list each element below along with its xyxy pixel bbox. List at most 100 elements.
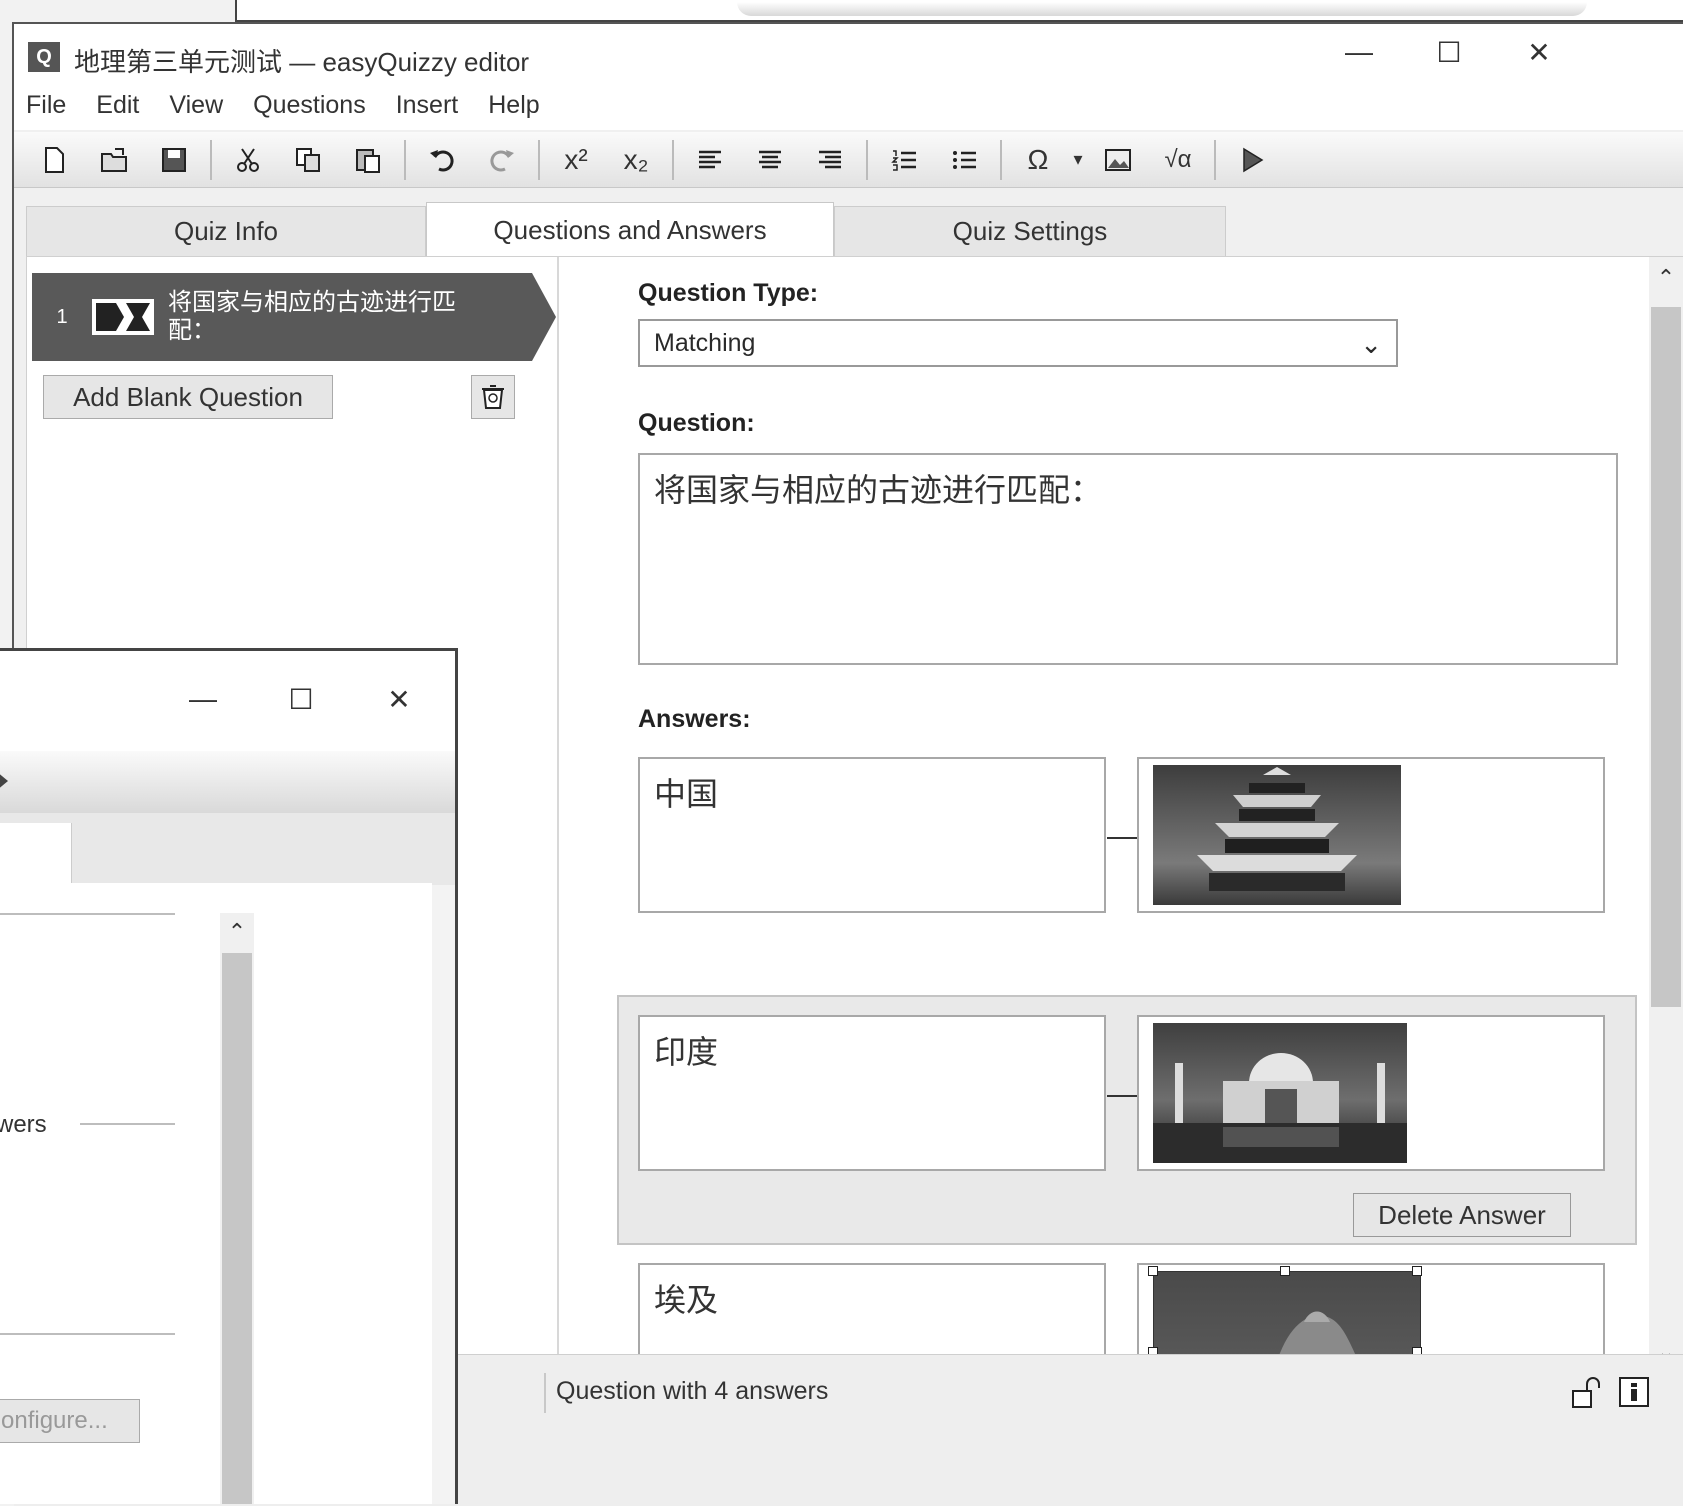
info-icon[interactable]: [1616, 1375, 1652, 1409]
question-number: 1: [56, 305, 68, 328]
question-label: Question:: [638, 409, 755, 437]
question-list-title: 将国家与相应的古迹进行匹配：: [168, 289, 456, 344]
menu-edit[interactable]: Edit: [96, 91, 139, 120]
answer-left-text[interactable]: 中国: [638, 757, 1106, 913]
question-type-label: Question Type:: [638, 279, 819, 307]
close-button[interactable]: ✕: [1504, 32, 1574, 72]
overlapping-window-tab-area: [0, 813, 455, 885]
toolbar-separator: [1000, 139, 1002, 180]
menu-questions[interactable]: Questions: [253, 91, 366, 120]
maximize-button[interactable]: ☐: [266, 679, 336, 719]
toolbar-separator: [1214, 139, 1216, 180]
save-icon[interactable]: [152, 138, 196, 182]
overlapping-window-title-bar: — ☐ ✕: [0, 651, 455, 751]
question-type-value: Matching: [654, 328, 756, 357]
window-title: 地理第三单元测试 — easyQuizzy editor: [74, 47, 530, 77]
answer-right-image[interactable]: [1137, 757, 1605, 913]
maximize-button[interactable]: ☐: [1414, 32, 1484, 72]
superscript-icon[interactable]: x²: [554, 138, 598, 182]
app-logo-icon: Q: [28, 42, 60, 72]
new-file-icon[interactable]: [32, 138, 76, 182]
menu-insert[interactable]: Insert: [396, 91, 459, 120]
trash-icon[interactable]: [471, 375, 515, 419]
chevron-up-icon[interactable]: ⌃: [1649, 263, 1683, 293]
copy-icon[interactable]: [286, 138, 330, 182]
divider-line: [0, 913, 175, 915]
tab-bar: Quiz Info Questions and Answers Quiz Set…: [26, 202, 1346, 258]
question-type-select[interactable]: Matching ⌄: [638, 319, 1398, 367]
subscript-icon[interactable]: x₂: [614, 138, 658, 182]
tab-questions-and-answers[interactable]: Questions and Answers: [426, 202, 834, 258]
delete-answer-button[interactable]: Delete Answer: [1353, 1193, 1571, 1237]
answer-row: 中国: [617, 757, 1637, 917]
open-folder-icon[interactable]: [92, 138, 136, 182]
background-window-shadow: [737, 2, 1587, 16]
status-separator: [544, 1373, 546, 1413]
title-bar: Q 地理第三单元测试 — easyQuizzy editor — ☐ ✕: [14, 24, 1683, 80]
paste-icon[interactable]: [346, 138, 390, 182]
cut-icon[interactable]: [226, 138, 270, 182]
match-connector: [1107, 837, 1137, 839]
play-icon[interactable]: [1230, 138, 1274, 182]
redo-icon[interactable]: [480, 138, 524, 182]
add-blank-question-button[interactable]: Add Blank Question: [43, 375, 333, 419]
menu-bar: File Edit View Questions Insert Help: [14, 80, 1683, 130]
align-right-icon[interactable]: [808, 138, 852, 182]
toolbar-separator: [210, 139, 212, 180]
close-button[interactable]: ✕: [364, 679, 434, 719]
scrollbar-thumb[interactable]: [222, 953, 252, 1504]
toolbar: x² x₂ Ω ▾ √α: [14, 132, 1683, 188]
status-text: Question with 4 answers: [556, 1377, 829, 1405]
editor-scrollbar[interactable]: ⌃ ⌄: [1649, 257, 1683, 1377]
resize-handle[interactable]: [1412, 1266, 1422, 1276]
background-window-edge: [235, 0, 1683, 22]
unlock-icon[interactable]: [1568, 1375, 1604, 1409]
menu-view[interactable]: View: [169, 91, 223, 120]
toolbar-separator: [538, 139, 540, 180]
answer-right-image[interactable]: [1137, 1015, 1605, 1171]
partial-label-text: wers: [0, 1111, 47, 1138]
toolbar-separator: [672, 139, 674, 180]
answers-label: Answers:: [638, 705, 751, 733]
overlapping-window-toolbar: [0, 751, 455, 813]
temple-of-heaven-image: [1153, 765, 1401, 905]
question-list-item[interactable]: 1 将国家与相应的古迹进行匹配：: [32, 273, 556, 361]
question-text-editor[interactable]: 将国家与相应的古迹进行匹配：: [638, 453, 1618, 665]
divider-line: [0, 1333, 175, 1335]
menu-file[interactable]: File: [26, 91, 66, 120]
minimize-button[interactable]: —: [168, 679, 238, 719]
resize-handle[interactable]: [1280, 1266, 1290, 1276]
match-connector: [1107, 1095, 1137, 1097]
formula-icon[interactable]: √α: [1156, 138, 1200, 182]
tab-quiz-settings[interactable]: Quiz Settings: [834, 206, 1226, 256]
align-center-icon[interactable]: [748, 138, 792, 182]
toolbar-separator: [404, 139, 406, 180]
omega-symbol-icon[interactable]: Ω: [1016, 138, 1060, 182]
taj-mahal-image: [1153, 1023, 1407, 1163]
overlapping-window: — ☐ ✕ wers ⌃ onfigure...: [0, 648, 458, 1504]
numbered-list-icon[interactable]: [882, 138, 926, 182]
play-icon[interactable]: [0, 771, 10, 791]
scrollbar-thumb[interactable]: [1651, 307, 1681, 1007]
matching-icon: [92, 299, 154, 335]
selection-arrow: [532, 273, 556, 361]
menu-help[interactable]: Help: [488, 91, 539, 120]
chevron-down-icon[interactable]: ▾: [1068, 138, 1088, 182]
undo-icon[interactable]: [420, 138, 464, 182]
toolbar-separator: [866, 139, 868, 180]
chevron-down-icon: ⌄: [1360, 329, 1382, 359]
chevron-up-icon[interactable]: ⌃: [220, 917, 254, 947]
bullet-list-icon[interactable]: [942, 138, 986, 182]
panel-divider: [557, 257, 559, 1377]
answer-row-selected: 印度 Delete Answer: [617, 995, 1637, 1245]
minimize-button[interactable]: —: [1324, 32, 1394, 72]
tab-quiz-info[interactable]: Quiz Info: [26, 206, 426, 256]
insert-image-icon[interactable]: [1096, 138, 1140, 182]
align-left-icon[interactable]: [688, 138, 732, 182]
resize-handle[interactable]: [1148, 1266, 1158, 1276]
configure-button[interactable]: onfigure...: [0, 1399, 140, 1443]
divider-line: [80, 1123, 175, 1125]
overlapping-window-tab[interactable]: [0, 823, 72, 885]
overlapping-window-scrollbar[interactable]: ⌃: [220, 913, 254, 1504]
answer-left-text[interactable]: 印度: [638, 1015, 1106, 1171]
